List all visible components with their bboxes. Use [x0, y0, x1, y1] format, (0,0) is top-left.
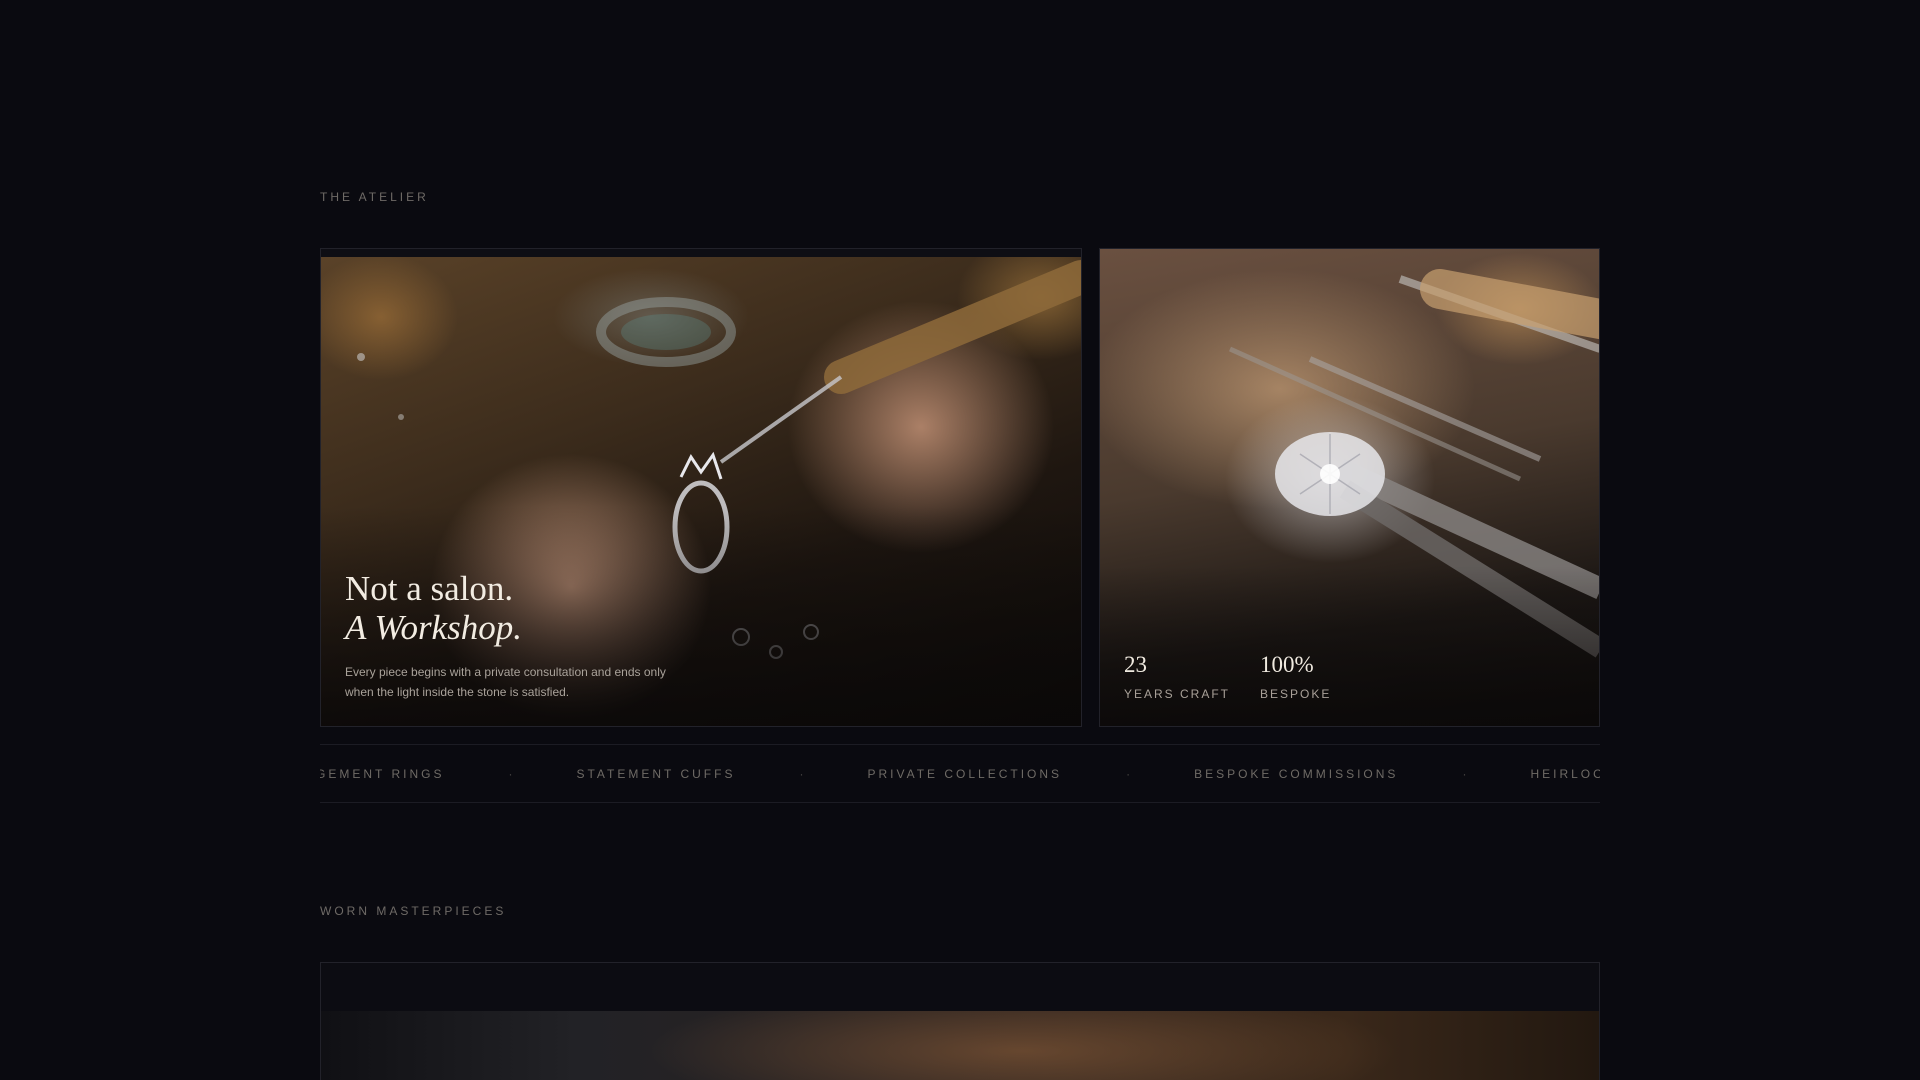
- worn-photo: [321, 1011, 1599, 1080]
- stat-bespoke: 100% BESPOKE: [1260, 651, 1331, 701]
- headline-line-1: Not a salon.: [345, 569, 514, 608]
- section-label-atelier: THE ATELIER: [320, 190, 429, 204]
- page: THE ATELIER Not a salon. A Workshop. Eve…: [0, 0, 1920, 1080]
- marquee-track: ENGAGEMENT RINGS · STATEMENT CUFFS · PRI…: [320, 745, 1600, 802]
- marquee-item-engagement-rings[interactable]: ENGAGEMENT RINGS: [320, 767, 444, 781]
- stat-years-craft: 23 YEARS CRAFT: [1124, 651, 1230, 701]
- workshop-headline: Not a salon. A Workshop.: [345, 569, 522, 647]
- worn-masterpieces-card[interactable]: [320, 962, 1600, 1080]
- marquee-separator: ·: [1126, 766, 1131, 781]
- marquee-separator: ·: [1462, 766, 1467, 781]
- marquee-item-statement-cuffs[interactable]: STATEMENT CUFFS: [576, 767, 735, 781]
- stat-value: 23: [1124, 652, 1147, 677]
- section-label-worn-masterpieces: WORN MASTERPIECES: [320, 904, 507, 918]
- marquee-separator: ·: [508, 766, 513, 781]
- workshop-card[interactable]: Not a salon. A Workshop. Every piece beg…: [320, 248, 1082, 727]
- bespoke-shade: [1100, 566, 1599, 726]
- marquee-item-bespoke-commissions[interactable]: BESPOKE COMMISSIONS: [1194, 767, 1398, 781]
- category-marquee: ENGAGEMENT RINGS · STATEMENT CUFFS · PRI…: [320, 744, 1600, 803]
- stat-label: BESPOKE: [1260, 687, 1332, 701]
- marquee-item-private-collections[interactable]: PRIVATE COLLECTIONS: [867, 767, 1062, 781]
- marquee-item-heirloom[interactable]: HEIRLOOM: [1530, 767, 1600, 781]
- workshop-description: Every piece begins with a private consul…: [345, 665, 666, 699]
- stat-value: 100%: [1260, 652, 1314, 677]
- headline-line-2: A Workshop.: [345, 608, 522, 647]
- stat-label: YEARS CRAFT: [1124, 687, 1231, 701]
- bespoke-card[interactable]: 23 YEARS CRAFT 100% BESPOKE: [1099, 248, 1600, 727]
- marquee-separator: ·: [799, 766, 804, 781]
